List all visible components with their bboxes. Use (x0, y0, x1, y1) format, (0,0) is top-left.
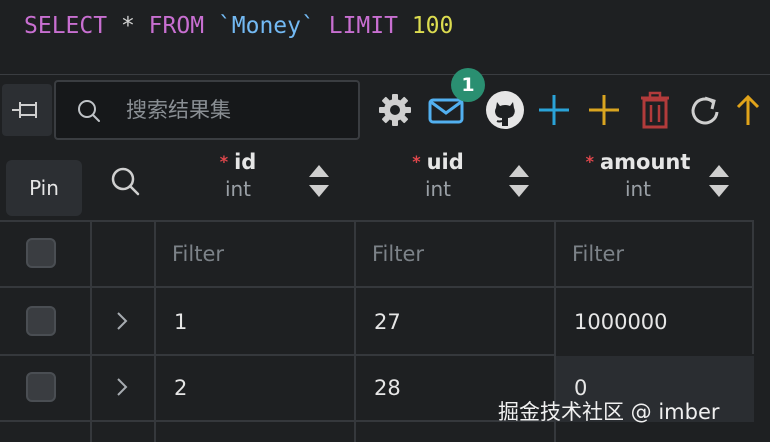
refresh-icon (691, 96, 719, 125)
filter-input-id[interactable]: Filter (172, 240, 224, 268)
cell-amount[interactable]: 1000000 (574, 308, 668, 336)
chevron-right-icon[interactable] (116, 311, 128, 331)
cell-id[interactable]: 1 (174, 308, 187, 336)
add-row-button[interactable] (536, 88, 572, 132)
insert-row-button[interactable] (586, 88, 622, 132)
sql-keyword-from: FROM (148, 13, 205, 39)
plus-icon (589, 95, 619, 125)
github-button[interactable] (484, 88, 526, 132)
column-header-amount[interactable]: * amount int (548, 148, 748, 218)
row-checkbox[interactable] (26, 306, 56, 336)
arrow-up-icon (736, 94, 760, 125)
cell-uid[interactable]: 27 (374, 308, 401, 336)
column-name-text: id (234, 150, 257, 174)
settings-button[interactable] (376, 88, 414, 132)
grid-line (0, 354, 556, 356)
column-type: int (224, 177, 252, 201)
sql-keyword-limit: LIMIT (328, 13, 398, 39)
notification-badge: 1 (451, 68, 485, 102)
required-marker: * (219, 152, 229, 171)
required-marker: * (412, 152, 421, 171)
sort-icon[interactable] (708, 164, 730, 198)
column-header-uid[interactable]: * uid int (348, 148, 548, 218)
chevron-right-icon[interactable] (116, 377, 128, 397)
pin-button[interactable] (2, 84, 52, 136)
search-icon (78, 100, 100, 122)
sql-operator-star: * (120, 13, 135, 39)
refresh-button[interactable] (688, 88, 722, 132)
sql-editor-line[interactable]: SELECT * FROM `Money` LIMIT 100 (24, 10, 453, 42)
column-name-text: uid (426, 150, 464, 174)
cell-id[interactable]: 2 (174, 374, 187, 402)
cell-uid[interactable]: 28 (374, 374, 401, 402)
trash-icon (641, 91, 669, 129)
pin-icon (12, 102, 37, 118)
filter-input-uid[interactable]: Filter (372, 240, 424, 268)
grid-line (0, 286, 754, 288)
scroll-top-button[interactable] (734, 88, 762, 132)
search-placeholder: 搜索结果集 (126, 98, 231, 122)
column-type: int (624, 177, 652, 201)
search-icon (111, 167, 140, 196)
required-marker: * (585, 152, 594, 171)
sql-table-name: `Money` (217, 13, 315, 39)
column-name: * amount (548, 148, 728, 176)
sql-limit-value: 100 (411, 13, 454, 39)
grid-line (154, 220, 156, 442)
column-header-id[interactable]: * id int (148, 148, 348, 218)
sql-keyword-select: SELECT (24, 13, 108, 39)
select-all-checkbox[interactable] (26, 238, 56, 268)
gear-icon (379, 94, 411, 126)
grid-line (90, 220, 92, 442)
grid-line (354, 220, 356, 442)
filter-input-amount[interactable]: Filter (572, 240, 624, 268)
search-input[interactable]: 搜索结果集 (54, 80, 360, 140)
editor-divider (0, 74, 770, 75)
grid-line (752, 220, 754, 354)
sort-icon[interactable] (508, 164, 530, 198)
pin-tooltip: Pin (6, 160, 82, 216)
watermark: 掘金技术社区 @ imber (498, 400, 720, 424)
sort-icon[interactable] (308, 164, 330, 198)
row-checkbox[interactable] (26, 372, 56, 402)
delete-row-button[interactable] (638, 88, 672, 132)
grid-line (0, 420, 556, 422)
grid-line (0, 220, 754, 222)
column-search-button[interactable] (110, 166, 140, 200)
github-icon (486, 91, 524, 129)
column-name-text: amount (599, 150, 691, 174)
column-name: * id (148, 148, 328, 176)
column-name: * uid (348, 148, 528, 176)
app-window: SELECT * FROM `Money` LIMIT 100 搜索结果集 1 … (0, 0, 770, 442)
plus-icon (539, 95, 569, 125)
column-type: int (424, 177, 452, 201)
